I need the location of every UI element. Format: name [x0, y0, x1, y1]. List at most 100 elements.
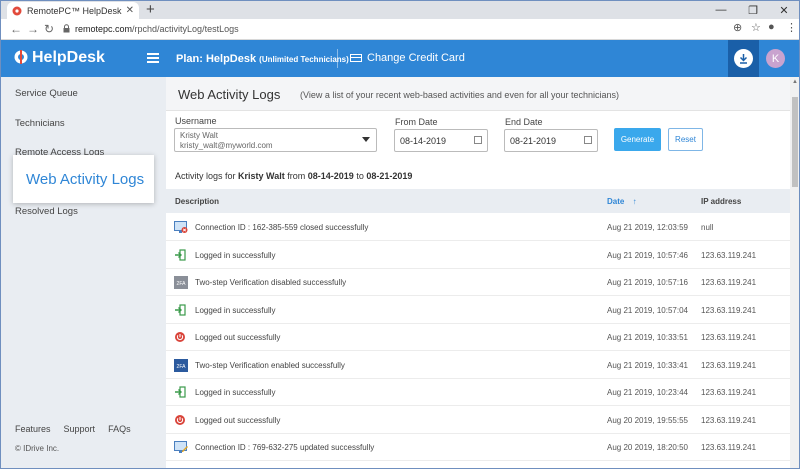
calendar-icon[interactable]	[584, 136, 592, 144]
end-date-input[interactable]: 08-21-2019	[504, 129, 598, 152]
footer-link-faqs[interactable]: FAQs	[108, 424, 131, 434]
login-icon	[174, 303, 188, 317]
row-date: Aug 21 2019, 12:03:59	[607, 223, 688, 232]
change-credit-card-link[interactable]: Change Credit Card	[350, 52, 465, 64]
scrollbar[interactable]: ▲	[790, 77, 799, 468]
plan-label: Plan: HelpDesk (Unlimited Technicians)	[176, 53, 349, 65]
download-button[interactable]	[728, 40, 759, 77]
sort-up-icon: ↑	[632, 197, 637, 206]
main-content: Web Activity Logs (View a list of your r…	[166, 77, 790, 468]
monitor-updated-icon	[174, 441, 188, 454]
row-description: Logged out successfully	[195, 333, 281, 342]
header-divider	[337, 49, 338, 68]
generate-button[interactable]: Generate	[614, 128, 661, 151]
row-description: Connection ID : 162-385-559 closed succe…	[195, 223, 369, 232]
address-bar[interactable]: remotepc.com/rpchd/activityLog/testLogs	[63, 21, 363, 37]
from-date-input[interactable]: 08-14-2019	[394, 129, 488, 152]
row-ip: null	[701, 223, 714, 232]
forward-icon[interactable]: →	[27, 22, 39, 36]
row-ip: 123.63.119.241	[701, 250, 757, 260]
sidebar-item-technicians[interactable]: Technicians	[15, 118, 65, 129]
row-ip: 123.63.119.241	[701, 443, 757, 452]
monitor-closed-icon	[174, 221, 188, 234]
end-date-label: End Date	[505, 117, 543, 127]
scrollbar-thumb[interactable]	[792, 97, 798, 187]
sidebar-item-resolved-logs[interactable]: Resolved Logs	[15, 206, 78, 217]
back-icon[interactable]: ←	[10, 22, 22, 36]
zoom-icon[interactable]: ⊕	[733, 21, 742, 34]
activity-summary: Activity logs for Kristy Walt from 08-14…	[175, 171, 413, 181]
row-date: Aug 21 2019, 10:57:04	[607, 305, 688, 315]
reload-icon[interactable]: ↻	[44, 22, 54, 36]
sidebar-item-service-queue[interactable]: Service Queue	[15, 88, 78, 99]
column-date[interactable]: Date ↑	[607, 197, 637, 206]
username-label: Username	[175, 116, 217, 126]
hamburger-menu-icon[interactable]	[147, 53, 159, 65]
remotepc-favicon-icon	[12, 6, 22, 16]
url-text: remotepc.com/rpchd/activityLog/testLogs	[75, 24, 239, 34]
row-date: Aug 21 2019, 10:33:41	[607, 360, 688, 370]
new-tab-icon[interactable]: +	[146, 2, 155, 18]
row-ip: 123.63.119.241	[701, 305, 757, 315]
credit-card-icon	[350, 54, 362, 62]
username-email: kristy_walt@myworld.com	[180, 141, 273, 150]
page-title: Web Activity Logs	[178, 87, 281, 102]
row-date: Aug 21 2019, 10:57:16	[607, 278, 688, 287]
column-description[interactable]: Description	[175, 197, 219, 206]
close-window-icon[interactable]: ✕	[768, 1, 799, 19]
download-icon	[734, 49, 753, 68]
table-row: Logged out successfully Aug 21 2019, 10:3…	[166, 324, 790, 351]
username-select[interactable]: Kristy Walt kristy_walt@myworld.com	[174, 128, 377, 152]
logout-icon	[174, 414, 188, 427]
chevron-down-icon	[362, 137, 370, 142]
reset-button[interactable]: Reset	[668, 128, 703, 151]
helpdesk-logo-icon	[14, 49, 28, 67]
row-ip: 123.63.119.241	[701, 278, 757, 287]
table-row: 2FA Two-step Verification disabled succes…	[166, 269, 790, 296]
row-description: Logged in successfully	[195, 250, 276, 260]
row-date: Aug 20 2019, 18:20:50	[607, 443, 688, 452]
table-row: Logged out successfully Aug 20 2019, 19:5…	[166, 407, 790, 434]
bookmark-star-icon[interactable]: ☆	[751, 21, 761, 34]
svg-text:2FA: 2FA	[177, 364, 187, 370]
calendar-icon[interactable]	[474, 136, 482, 144]
row-description: Two-step Verification enabled successful…	[195, 360, 345, 370]
browser-toolbar: ← → ↻ remotepc.com/rpchd/activityLog/tes…	[1, 19, 799, 40]
2fa-enabled-icon: 2FA	[174, 358, 188, 372]
copyright: © IDrive Inc.	[15, 444, 60, 453]
restore-icon[interactable]: ❐	[737, 1, 769, 19]
tab-close-icon[interactable]: ✕	[126, 5, 134, 16]
row-description: Logged in successfully	[195, 305, 276, 315]
row-description: Two-step Verification disabled successfu…	[195, 278, 347, 287]
svg-text:2FA: 2FA	[177, 281, 187, 287]
table-row: Connection ID : 769-632-275 updated succ…	[166, 434, 790, 461]
column-ip[interactable]: IP address	[701, 197, 741, 206]
helpdesk-logo[interactable]: HelpDesk	[14, 49, 105, 67]
table-row: Logged in successfully Aug 21 2019, 10:23…	[166, 379, 790, 406]
row-ip: 123.63.119.241	[701, 415, 757, 425]
profile-icon[interactable]: ●	[768, 21, 775, 33]
menu-icon[interactable]: ⋮	[786, 21, 797, 34]
scroll-up-icon[interactable]: ▲	[792, 79, 798, 85]
row-description: Logged in successfully	[195, 388, 276, 397]
row-ip: 123.63.119.241	[701, 360, 757, 370]
login-icon	[174, 386, 188, 399]
row-ip: 123.63.119.241	[701, 333, 757, 342]
footer-link-support[interactable]: Support	[64, 424, 96, 434]
user-avatar[interactable]: K	[766, 49, 785, 68]
browser-window: RemotePC™ HelpDesk - Web Ac ✕ + — ❐ ✕ ← …	[0, 0, 800, 469]
2fa-disabled-icon: 2FA	[174, 276, 188, 289]
sidebar-item-web-activity-logs[interactable]: Web Activity Logs	[13, 155, 154, 203]
row-date: Aug 21 2019, 10:33:51	[607, 333, 688, 342]
minimize-icon[interactable]: —	[705, 1, 737, 19]
app-header: HelpDesk Plan: HelpDesk (Unlimited Techn…	[1, 40, 799, 77]
page-description: (View a list of your recent web-based ac…	[300, 90, 619, 100]
table-row: 2FA Two-step Verification enabled success…	[166, 352, 790, 379]
row-description: Logged out successfully	[195, 415, 281, 425]
footer-link-features[interactable]: Features	[15, 424, 51, 434]
browser-tab[interactable]: RemotePC™ HelpDesk - Web Ac ✕	[7, 2, 139, 19]
sidebar: Service Queue Technicians Remote Access …	[1, 77, 166, 468]
row-date: Aug 21 2019, 10:57:46	[607, 250, 688, 260]
page-header: Web Activity Logs (View a list of your r…	[166, 77, 790, 111]
row-ip: 123.63.119.241	[701, 388, 757, 397]
